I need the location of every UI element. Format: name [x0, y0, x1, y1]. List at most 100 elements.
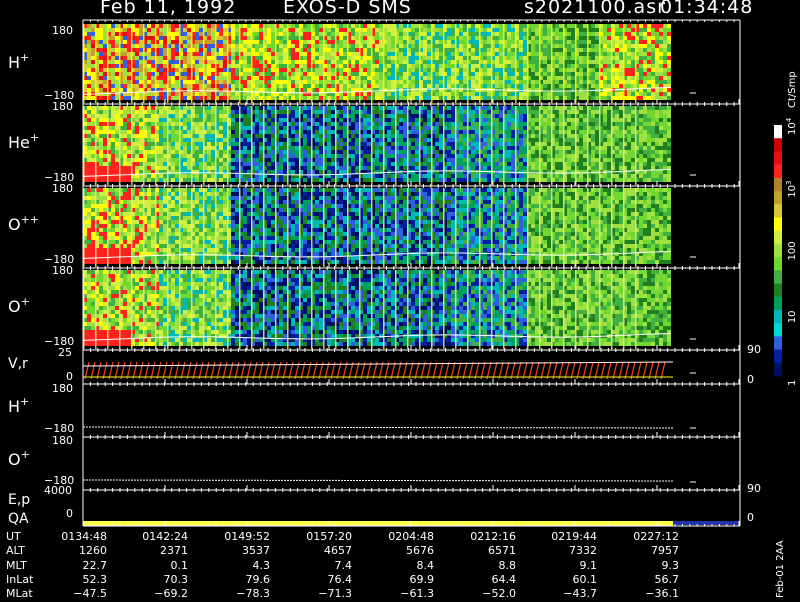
ytick-ep-min: 0 — [66, 507, 73, 520]
colorbar-swatch — [774, 151, 782, 165]
line-panels-group — [83, 362, 740, 526]
table-cell: 0134:48 — [47, 530, 107, 543]
ytick-o2-max: 180 — [52, 434, 73, 447]
table-row-alt: ALT 1260 2371 3537 4657 5676 6571 7332 7957 — [0, 544, 700, 558]
label-h-plus: H+ — [8, 51, 29, 72]
heatmap-panel-4 — [83, 270, 696, 349]
colorbar-swatch — [774, 138, 782, 152]
label-o-plus-2: O+ — [8, 448, 30, 469]
table-cell: −78.3 — [210, 587, 270, 600]
heatmap-panel-3 — [83, 188, 696, 267]
table-row-label: MLat — [6, 587, 33, 600]
table-cell: 9.3 — [619, 559, 679, 572]
colorbar-tick-1: 103 — [785, 181, 798, 198]
colorbar-swatch — [774, 363, 782, 377]
heatmap-panel-2 — [83, 106, 696, 185]
colorbar-swatch — [774, 191, 782, 205]
label-he-plus: He+ — [8, 131, 39, 152]
table-cell: 2371 — [128, 544, 188, 557]
label-qa: QA — [8, 511, 29, 527]
table-cell: 56.7 — [619, 573, 679, 586]
ytick-ep-right-min: 0 — [747, 511, 754, 524]
table-cell: 79.6 — [210, 573, 270, 586]
qa-bar-end — [673, 521, 740, 525]
table-cell: 0142:24 — [128, 530, 188, 543]
plot-stamp: Feb-01 2AA — [772, 532, 786, 598]
table-cell: 0212:16 — [456, 530, 516, 543]
table-row-label: ALT — [6, 544, 25, 557]
table-row-label: UT — [6, 530, 21, 543]
table-cell: 69.9 — [374, 573, 434, 586]
table-cell: 6571 — [456, 544, 516, 557]
colorbar-swatch — [774, 284, 782, 298]
panel-frame-7 — [83, 437, 740, 490]
table-cell: 0.1 — [128, 559, 188, 572]
table-cell: 76.4 — [292, 573, 352, 586]
colorbar-unit: Ct/Smp — [787, 71, 798, 108]
panel-frame-8 — [83, 490, 740, 526]
ytick-h2-max: 180 — [52, 382, 73, 395]
table-cell: 0227:12 — [619, 530, 679, 543]
table-cell: 1260 — [47, 544, 107, 557]
table-cell: 7332 — [537, 544, 597, 557]
colorbar-swatch — [774, 257, 782, 271]
h-plus-line-trace — [83, 427, 673, 428]
colorbar-swatch — [774, 350, 782, 364]
colorbar-tick-4: 1 — [787, 380, 798, 386]
label-ep: E,p — [8, 492, 30, 508]
table-cell: 7957 — [619, 544, 679, 557]
table-cell: 0157:20 — [292, 530, 352, 543]
table-cell: 4657 — [292, 544, 352, 557]
heatmap-panel-1 — [83, 24, 696, 103]
ytick-vr-right-max: 90 — [747, 343, 761, 356]
table-cell: 0149:52 — [210, 530, 270, 543]
table-cell: 52.3 — [47, 573, 107, 586]
table-cell: −36.1 — [619, 587, 679, 600]
ytick-h-max: 180 — [52, 24, 73, 37]
table-cell: 9.1 — [537, 559, 597, 572]
table-cell: −71.3 — [292, 587, 352, 600]
ytick-vr-max: 25 — [58, 346, 72, 359]
table-row-inlat: InLat52.370.379.676.469.964.460.156.7 — [0, 573, 700, 587]
plot-canvas: H+ He+ O++ O+ V,r H+ O+ E,p QA 180 −180 … — [0, 0, 800, 528]
table-cell: −61.3 — [374, 587, 434, 600]
table-cell: 64.4 — [456, 573, 516, 586]
label-o-plusplus: O++ — [8, 213, 39, 234]
colorbar-tick-3: 10 — [787, 311, 798, 324]
table-cell: 0204:48 — [374, 530, 434, 543]
colorbar-swatch — [774, 244, 782, 258]
table-cell: 7.4 — [292, 559, 352, 572]
colorbar-tick-labels: 104103100101 — [785, 117, 798, 386]
table-cell: −69.2 — [128, 587, 188, 600]
panel-frame-6 — [83, 384, 740, 437]
table-cell: 8.8 — [456, 559, 516, 572]
table-row-mlt: MLT22.70.14.37.48.48.89.19.3 — [0, 559, 700, 573]
table-cell: 5676 — [374, 544, 434, 557]
colorbar-swatch — [774, 310, 782, 324]
table-cell: 3537 — [210, 544, 270, 557]
table-row-ut: UT 0134:48 0142:24 0149:52 0157:20 0204:48 021… — [0, 530, 700, 544]
table-cell: −52.0 — [456, 587, 516, 600]
table-row-mlat: MLat−47.5−69.2−78.3−71.3−61.3−52.0−43.7−… — [0, 587, 700, 601]
colorbar-swatch — [774, 217, 782, 231]
colorbar-swatch — [774, 323, 782, 337]
colorbar-swatch — [774, 125, 782, 139]
table-cell: 60.1 — [537, 573, 597, 586]
o-plus-line-trace — [83, 480, 673, 481]
ytick-op-max: 180 — [52, 264, 73, 277]
table-row-label: InLat — [6, 573, 33, 586]
label-h-plus-2: H+ — [8, 395, 29, 416]
ytick-opp-max: 180 — [52, 182, 73, 195]
table-cell: 0219:44 — [537, 530, 597, 543]
ytick-ep-right-max: 90 — [747, 482, 761, 495]
table-cell: 8.4 — [374, 559, 434, 572]
colorbar — [774, 125, 782, 377]
colorbar-swatch — [774, 336, 782, 350]
label-vr: V,r — [8, 356, 28, 372]
table-cell: −43.7 — [537, 587, 597, 600]
colorbar-swatch — [774, 231, 782, 245]
ytick-he-max: 180 — [52, 100, 73, 113]
colorbar-swatch — [774, 165, 782, 179]
table-cell: 22.7 — [47, 559, 107, 572]
colorbar-swatch — [774, 270, 782, 284]
